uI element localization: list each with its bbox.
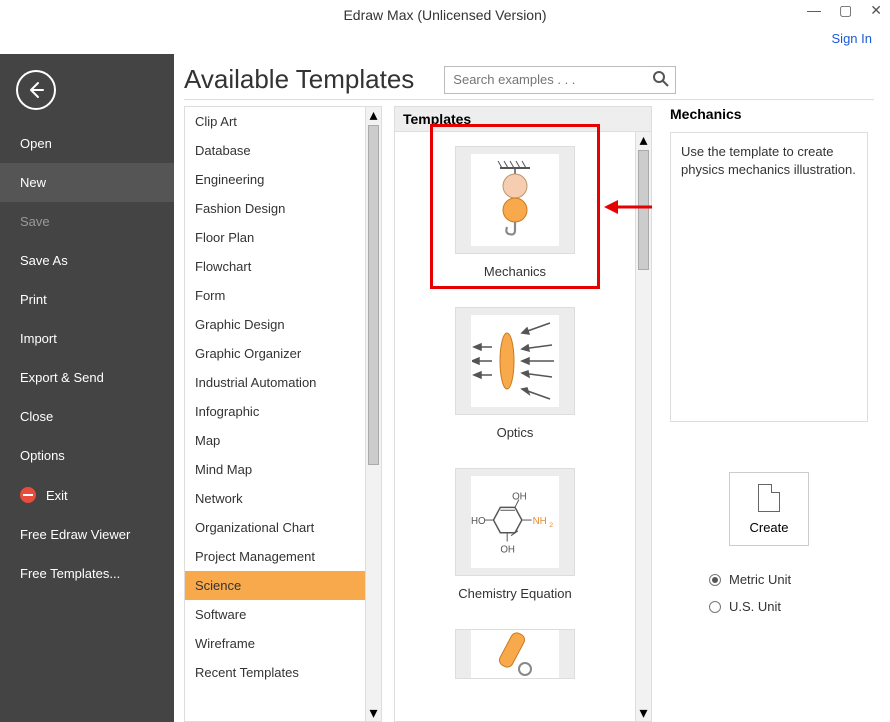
category-item[interactable]: Wireframe — [185, 629, 365, 658]
scroll-up-icon[interactable]: ▴ — [366, 107, 381, 123]
sidebar-item-label: Print — [20, 292, 47, 307]
svg-text:2: 2 — [549, 522, 553, 529]
page-title: Available Templates — [184, 64, 414, 95]
unit-label: U.S. Unit — [729, 599, 781, 614]
maximize-icon[interactable]: ▢ — [839, 2, 852, 19]
category-item[interactable]: Mind Map — [185, 455, 365, 484]
radio-icon — [709, 601, 721, 613]
template-thumb-icon — [455, 307, 575, 415]
sidebar-item-options[interactable]: Options — [0, 436, 174, 475]
scroll-down-icon[interactable]: ▾ — [366, 705, 381, 721]
svg-text:OH: OH — [512, 492, 527, 503]
template-label: Mechanics — [484, 264, 546, 279]
create-button[interactable]: Create — [729, 472, 809, 546]
radio-icon — [709, 574, 721, 586]
category-item[interactable]: Fashion Design — [185, 194, 365, 223]
sidebar-item-label: Open — [20, 136, 52, 151]
back-button[interactable] — [16, 70, 56, 110]
template-label: Optics — [497, 425, 534, 440]
sidebar-item-import[interactable]: Import — [0, 319, 174, 358]
document-icon — [758, 484, 780, 512]
description-title: Mechanics — [670, 106, 868, 122]
template-scrollbar[interactable]: ▴ ▾ — [635, 132, 651, 721]
template-thumb-icon — [455, 629, 575, 679]
close-icon[interactable]: ✕ — [870, 2, 882, 19]
sidebar-item-label: Save As — [20, 253, 68, 268]
sign-in-link[interactable]: Sign In — [832, 31, 872, 46]
category-item[interactable]: Science — [185, 571, 365, 600]
category-item[interactable]: Flowchart — [185, 252, 365, 281]
sidebar-item-label: Exit — [46, 488, 68, 503]
file-sidebar: Open New Save Save As Print Import Export & Se… — [0, 54, 174, 722]
sidebar-item-label: Export & Send — [20, 370, 104, 385]
sidebar-item-label: Save — [20, 214, 50, 229]
sidebar-item-close[interactable]: Close — [0, 397, 174, 436]
category-item[interactable]: Floor Plan — [185, 223, 365, 252]
sidebar-item-save: Save — [0, 202, 174, 241]
svg-text:NH: NH — [533, 516, 547, 527]
category-item[interactable]: Organizational Chart — [185, 513, 365, 542]
sidebar-item-save-as[interactable]: Save As — [0, 241, 174, 280]
unit-label: Metric Unit — [729, 572, 791, 587]
sidebar-item-print[interactable]: Print — [0, 280, 174, 319]
template-thumb-icon — [455, 146, 575, 254]
sidebar-item-label: New — [20, 175, 46, 190]
search-input[interactable] — [444, 66, 676, 94]
sidebar-item-free-edraw-viewer[interactable]: Free Edraw Viewer — [0, 515, 174, 554]
sidebar-item-label: Close — [20, 409, 53, 424]
sidebar-item-export-send[interactable]: Export & Send — [0, 358, 174, 397]
sidebar-item-label: Import — [20, 331, 57, 346]
category-item[interactable]: Software — [185, 600, 365, 629]
svg-text:HO: HO — [471, 516, 486, 527]
sidebar-item-label: Free Edraw Viewer — [20, 527, 130, 542]
sidebar-item-label: Free Templates... — [20, 566, 120, 581]
sidebar-item-new[interactable]: New — [0, 163, 174, 202]
search-icon[interactable] — [652, 70, 670, 93]
category-scrollbar[interactable]: ▴ ▾ — [365, 107, 381, 721]
category-list-panel: Clip ArtDatabaseEngineeringFashion Desig… — [184, 106, 382, 722]
sidebar-item-free-templates-[interactable]: Free Templates... — [0, 554, 174, 593]
category-item[interactable]: Industrial Automation — [185, 368, 365, 397]
window-title: Edraw Max (Unlicensed Version) — [343, 7, 546, 23]
category-item[interactable]: Database — [185, 136, 365, 165]
category-item[interactable]: Project Management — [185, 542, 365, 571]
category-item[interactable]: Engineering — [185, 165, 365, 194]
sidebar-item-open[interactable]: Open — [0, 124, 174, 163]
template-label: Chemistry Equation — [458, 586, 571, 601]
scroll-up-icon[interactable]: ▴ — [636, 132, 651, 148]
minimize-icon[interactable]: — — [807, 2, 821, 19]
create-label: Create — [749, 520, 788, 535]
window-controls: — ▢ ✕ — [807, 2, 882, 19]
templates-header: Templates — [394, 106, 652, 131]
template-card-mechanics[interactable]: Mechanics — [440, 146, 590, 279]
description-text: Use the template to create physics mecha… — [670, 132, 868, 422]
svg-text:OH: OH — [500, 544, 515, 555]
exit-icon — [20, 487, 36, 503]
template-card-partial[interactable] — [440, 629, 590, 679]
category-item[interactable]: Network — [185, 484, 365, 513]
category-item[interactable]: Clip Art — [185, 107, 365, 136]
template-thumb-icon: HO OH OH NH2 — [455, 468, 575, 576]
unit-radio-metric-unit[interactable]: Metric Unit — [709, 572, 829, 587]
unit-radio-u-s-unit[interactable]: U.S. Unit — [709, 599, 829, 614]
sidebar-item-label: Options — [20, 448, 65, 463]
category-item[interactable]: Infographic — [185, 397, 365, 426]
category-item[interactable]: Graphic Organizer — [185, 339, 365, 368]
sidebar-item-exit[interactable]: Exit — [0, 475, 174, 515]
template-card-chemistry-equation[interactable]: HO OH OH NH2 Chemistry Equation — [440, 468, 590, 601]
template-card-optics[interactable]: Optics — [440, 307, 590, 440]
back-arrow-icon — [26, 80, 46, 100]
category-item[interactable]: Map — [185, 426, 365, 455]
scroll-down-icon[interactable]: ▾ — [636, 705, 651, 721]
category-item[interactable]: Recent Templates — [185, 658, 365, 687]
category-item[interactable]: Form — [185, 281, 365, 310]
category-item[interactable]: Graphic Design — [185, 310, 365, 339]
